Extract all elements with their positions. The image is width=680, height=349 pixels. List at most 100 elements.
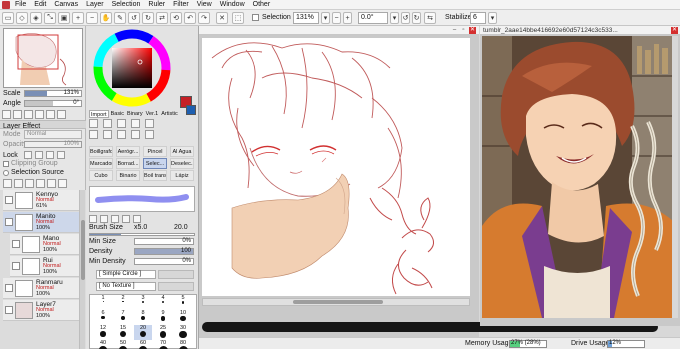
brush-size-preset[interactable]: 20: [134, 325, 152, 340]
zoom-dropdown-button[interactable]: ▾: [321, 12, 330, 24]
maximize-icon[interactable]: ▫: [460, 27, 467, 34]
invert-selection-button[interactable]: ◈: [30, 12, 42, 24]
brush-size-preset[interactable]: 15: [114, 325, 132, 340]
nav-zoom-out-icon[interactable]: [13, 110, 22, 119]
tool-watercolor[interactable]: Al Agua: [170, 146, 194, 157]
show-selection-button[interactable]: ▣: [58, 12, 70, 24]
tool-binary[interactable]: Binario: [116, 170, 140, 181]
tab-ver1[interactable]: Ver.1: [145, 110, 160, 118]
brush-size-preset[interactable]: 12: [94, 325, 112, 340]
tab-basic[interactable]: Basic: [110, 110, 125, 118]
brush-size-preset[interactable]: 60: [134, 340, 152, 349]
rotate-ccw-button[interactable]: ↺: [401, 12, 410, 24]
angle-field[interactable]: 0.0°: [358, 12, 388, 24]
color-wheel[interactable]: [92, 28, 172, 108]
brush-size-preset[interactable]: 40: [94, 340, 112, 349]
brush-size-preset[interactable]: 4: [154, 295, 172, 310]
close-icon[interactable]: ✕: [469, 27, 476, 34]
stabilizer-dropdown-button[interactable]: ▾: [488, 12, 497, 24]
reference-scrollbar[interactable]: [672, 36, 678, 318]
tool-pen[interactable]: Boillgrafo: [89, 146, 113, 157]
zoom-out-button[interactable]: −: [86, 12, 98, 24]
reference-titlebar[interactable]: tumblr_2aae14bbe416692e60d57124c3c533...: [480, 26, 680, 35]
selection-source-radio[interactable]: [3, 170, 9, 176]
tool-blur[interactable]: Boil trans: [143, 170, 167, 181]
menu-layer[interactable]: Layer: [84, 0, 110, 10]
layer-item[interactable]: Ranmaru Normal 100%: [3, 278, 79, 299]
edge-softer-icon[interactable]: [122, 215, 130, 223]
reference-close-icon[interactable]: ✕: [671, 27, 678, 34]
canvas-horizontal-scrollbar[interactable]: [202, 298, 470, 306]
angle-dropdown-button[interactable]: ▾: [390, 12, 399, 24]
tool-bucket[interactable]: Cubo: [89, 170, 113, 181]
menu-other[interactable]: Other: [251, 0, 277, 10]
lock-paint-icon[interactable]: [46, 151, 54, 159]
delete-layer-icon[interactable]: [58, 179, 67, 188]
menu-view[interactable]: View: [195, 0, 218, 10]
nav-rotate-left-icon[interactable]: [35, 110, 44, 119]
density-slider[interactable]: 100: [134, 248, 194, 255]
menu-window[interactable]: Window: [218, 0, 251, 10]
brush-size-preset[interactable]: 50: [114, 340, 132, 349]
shape-strength-slider[interactable]: [158, 270, 194, 279]
eyedropper-icon[interactable]: ✎: [114, 12, 126, 24]
select-all-button[interactable]: ▭: [2, 12, 14, 24]
tool-deselect[interactable]: Deselec...: [170, 158, 194, 169]
navigator-preview[interactable]: [3, 28, 83, 88]
zoom-in-button[interactable]: +: [72, 12, 84, 24]
tab-import[interactable]: Import: [89, 110, 109, 118]
selection-checkbox[interactable]: [252, 14, 259, 21]
tab-binary[interactable]: Binary: [126, 110, 144, 118]
visibility-toggle[interactable]: [5, 284, 13, 292]
eyedropper-tool-icon[interactable]: [131, 130, 140, 139]
rotate-tool-icon[interactable]: [117, 130, 126, 139]
brush-size-preset[interactable]: 70: [154, 340, 172, 349]
menu-selection[interactable]: Selection: [110, 0, 147, 10]
zoom-minus-button[interactable]: −: [332, 12, 341, 24]
tool-brush[interactable]: Pincel: [143, 146, 167, 157]
rotate-right-button[interactable]: ↻: [142, 12, 154, 24]
redo-button[interactable]: ↷: [198, 12, 210, 24]
shape-select[interactable]: [ Simple Circle ]: [96, 270, 156, 279]
scale-slider[interactable]: 131%: [24, 90, 82, 97]
edge-hard-icon[interactable]: [89, 215, 97, 223]
tool-pencil[interactable]: Lápiz: [170, 170, 194, 181]
menu-canvas[interactable]: Canvas: [52, 0, 84, 10]
brush-size-preset[interactable]: 9: [154, 310, 172, 325]
layer-item[interactable]: Mano Normal 100%: [10, 234, 79, 255]
clipping-group-checkbox[interactable]: [3, 161, 9, 167]
angle-slider[interactable]: 0°: [24, 100, 82, 107]
visibility-toggle[interactable]: [5, 218, 13, 226]
edge-medium-icon[interactable]: [100, 215, 108, 223]
brush-size-preset[interactable]: 1: [94, 295, 112, 310]
drawing-canvas[interactable]: [202, 38, 470, 296]
nav-reset-icon[interactable]: [24, 110, 33, 119]
reference-image[interactable]: [482, 36, 678, 318]
menu-ruler[interactable]: Ruler: [146, 0, 171, 10]
clear-button[interactable]: ✕: [216, 12, 228, 24]
brush-size-preset[interactable]: 25: [154, 325, 172, 340]
tool-select[interactable]: Selec...: [143, 158, 167, 169]
edge-softest-icon[interactable]: [133, 215, 141, 223]
menu-edit[interactable]: Edit: [32, 0, 52, 10]
rotate-left-button[interactable]: ↺: [128, 12, 140, 24]
lock-move-icon[interactable]: [35, 151, 43, 159]
tool-marker[interactable]: Marcador: [89, 158, 113, 169]
tool-eraser[interactable]: Borrad...: [116, 158, 140, 169]
brush-size-slider[interactable]: [89, 233, 195, 236]
reset-view-button[interactable]: ⟲: [170, 12, 182, 24]
brush-size-preset[interactable]: 3: [134, 295, 152, 310]
visibility-toggle[interactable]: [12, 240, 20, 248]
brush-size-preset[interactable]: 8: [134, 310, 152, 325]
edge-soft-icon[interactable]: [111, 215, 119, 223]
stabilizer-field[interactable]: 6: [470, 12, 486, 24]
zoom-plus-button[interactable]: +: [343, 12, 352, 24]
tool-airbrush[interactable]: Aerógr...: [116, 146, 140, 157]
magic-wand-icon[interactable]: [117, 119, 126, 128]
layer-item[interactable]: Layer7 Normal 100%: [3, 300, 79, 321]
brush-size-preset[interactable]: 30: [174, 325, 192, 340]
text-tool-icon[interactable]: [145, 119, 154, 128]
undo-button[interactable]: ↶: [184, 12, 196, 24]
brush-icon[interactable]: ⬚: [232, 12, 244, 24]
rotate-cw-button[interactable]: ↻: [412, 12, 421, 24]
